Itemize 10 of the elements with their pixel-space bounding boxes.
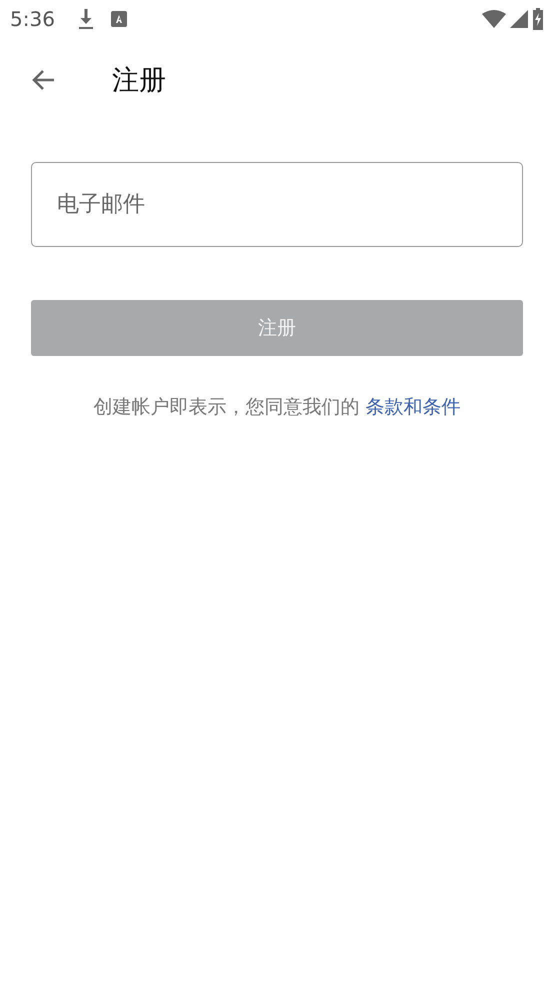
terms-notice: 创建帐户即表示，您同意我们的 条款和条件 xyxy=(92,395,462,420)
battery-charging-icon xyxy=(532,8,544,30)
download-icon xyxy=(76,8,95,30)
wifi-icon xyxy=(482,10,506,28)
page-title: 注册 xyxy=(112,64,166,98)
signal-icon xyxy=(510,10,528,28)
email-field[interactable]: 电子邮件 xyxy=(31,162,523,247)
font-app-icon xyxy=(110,11,127,27)
status-time: 5:36 xyxy=(10,7,55,31)
terms-link[interactable]: 条款和条件 xyxy=(366,396,461,418)
